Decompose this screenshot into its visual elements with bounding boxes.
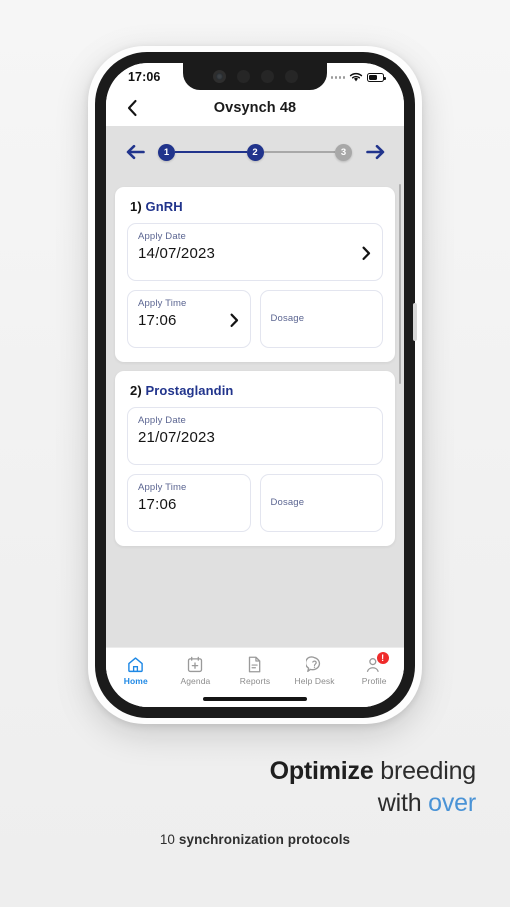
previous-step-button[interactable]: [124, 141, 146, 163]
step-dot-1[interactable]: 1: [158, 143, 175, 161]
dosage-label-2: Dosage: [270, 496, 305, 508]
tab-help-desk[interactable]: Help Desk: [285, 656, 345, 686]
dosage-field-1[interactable]: Dosage: [259, 290, 383, 348]
protocol-step-card-2: 2) Prostaglandin Apply Date 21/07/2023 A…: [115, 371, 395, 546]
tab-reports[interactable]: Reports: [225, 656, 285, 686]
time-dosage-row-2: Apply Time 17:06 Dosage: [127, 474, 383, 532]
protocol-step-card-1: 1) GnRH Apply Date 14/07/2023 Apply Time: [115, 187, 395, 362]
promo-caption: Optimize breeding with over 10 synchroni…: [0, 756, 510, 847]
user-icon: !: [366, 652, 389, 673]
caption-sub-number: 10: [159, 832, 179, 847]
apply-time-label-2: Apply Time: [138, 482, 187, 493]
phone-notch: [183, 63, 327, 90]
step-connector-1-2: [175, 150, 247, 154]
protocol-stepper: 1 2 3: [106, 126, 404, 178]
caption-line-2: with over: [34, 788, 476, 820]
apply-date-label-2: Apply Date: [138, 415, 186, 426]
apply-time-value-1: 17:06: [138, 312, 177, 329]
chevron-right-icon: [362, 246, 371, 265]
status-time: 17:06: [128, 70, 161, 84]
document-icon: [247, 656, 262, 673]
apply-date-field-2[interactable]: Apply Date 21/07/2023: [127, 407, 383, 465]
apply-date-value-2: 21/07/2023: [138, 429, 216, 446]
caption-line2-blue: over: [428, 788, 476, 817]
apply-time-value-2: 17:06: [138, 496, 177, 513]
time-dosage-row-1: Apply Time 17:06 Dosage: [127, 290, 383, 348]
tab-reports-label: Reports: [239, 676, 271, 686]
section-number-1: 1): [130, 199, 142, 214]
home-icon: [127, 656, 144, 673]
dosage-label-1: Dosage: [270, 312, 305, 324]
protocol-content: 1) GnRH Apply Date 14/07/2023 Apply Time: [106, 178, 404, 707]
tab-home[interactable]: Home: [106, 656, 166, 686]
apply-time-field-1[interactable]: Apply Time 17:06: [127, 290, 251, 348]
phone-screen: 17:06 Ovsynch 48 1 2 3 1) GnRH Apply Dat…: [106, 63, 404, 707]
tab-agenda-label: Agenda: [180, 676, 211, 686]
app-bar: Ovsynch 48: [106, 90, 404, 126]
caption-line-1: Optimize breeding: [34, 756, 477, 788]
apply-date-field-1[interactable]: Apply Date 14/07/2023: [127, 223, 383, 281]
section-heading-2: 2) Prostaglandin: [130, 383, 383, 398]
tab-profile-label: Profile: [361, 676, 387, 686]
section-heading-1: 1) GnRH: [130, 199, 383, 214]
apply-time-label-1: Apply Time: [138, 298, 187, 309]
calendar-plus-icon: [187, 656, 203, 673]
caption-line2-rest: with: [377, 788, 429, 817]
section-name-2: Prostaglandin: [145, 383, 234, 398]
signal-dots-icon: [330, 76, 345, 79]
apply-time-field-2[interactable]: Apply Time 17:06: [127, 474, 251, 532]
back-chevron-icon[interactable]: [122, 98, 142, 118]
phone-side-button[interactable]: [413, 303, 417, 341]
caption-sub-bold: synchronization protocols: [178, 832, 351, 847]
front-camera-icon: [212, 70, 226, 83]
tab-home-label: Home: [123, 676, 148, 686]
status-indicators: [330, 72, 386, 83]
caption-subtitle: 10 synchronization protocols: [34, 832, 476, 847]
page-title: Ovsynch 48: [213, 100, 297, 116]
step-dot-2[interactable]: 2: [246, 143, 264, 161]
battery-icon: [367, 73, 386, 82]
home-indicator[interactable]: [203, 697, 307, 701]
chevron-right-icon: [230, 313, 239, 332]
profile-alert-badge: !: [376, 652, 389, 664]
wifi-icon: [349, 72, 363, 82]
step-indicator-track: 1 2 3: [158, 143, 352, 161]
step-connector-2-3: [263, 150, 335, 154]
tab-agenda[interactable]: Agenda: [166, 656, 226, 686]
section-name-1: GnRH: [145, 199, 183, 214]
tab-profile[interactable]: ! Profile: [344, 652, 404, 686]
section-number-2: 2): [130, 383, 142, 398]
apply-date-value-1: 14/07/2023: [138, 245, 216, 262]
question-bubble-icon: [306, 656, 323, 673]
caption-line1-rest: breeding: [373, 757, 476, 785]
dosage-field-2[interactable]: Dosage: [259, 474, 383, 532]
next-step-button[interactable]: [364, 141, 386, 163]
sensor-dot-icon: [260, 70, 274, 83]
scroll-area: 1) GnRH Apply Date 14/07/2023 Apply Time: [106, 178, 404, 707]
caption-line1-bold: Optimize: [269, 757, 374, 785]
step-dot-3[interactable]: 3: [335, 143, 352, 161]
apply-date-label-1: Apply Date: [138, 231, 186, 242]
content-scrollbar[interactable]: [398, 184, 401, 384]
sensor-dot-icon: [284, 70, 298, 83]
tab-help-desk-label: Help Desk: [294, 676, 335, 686]
sensor-dot-icon: [236, 70, 250, 83]
